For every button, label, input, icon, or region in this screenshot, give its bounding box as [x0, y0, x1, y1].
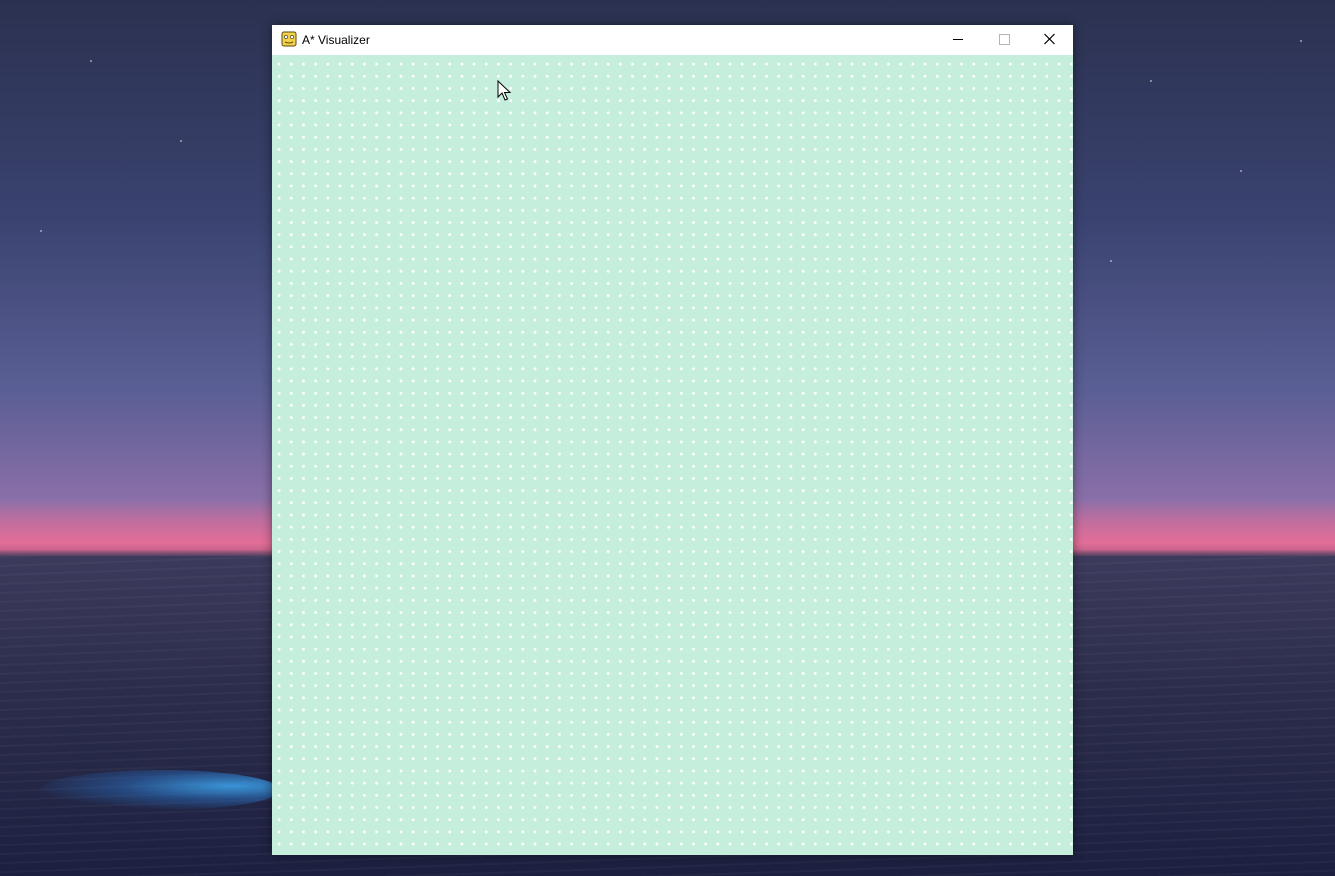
python-snake-icon [281, 31, 297, 47]
arrow-cursor-icon [497, 80, 511, 101]
star [1150, 80, 1152, 82]
star [40, 230, 42, 232]
minimize-icon [953, 39, 963, 40]
star [180, 140, 182, 142]
window-title: A* Visualizer [302, 33, 370, 47]
wave-highlight [40, 770, 280, 810]
close-button[interactable] [1027, 25, 1073, 55]
star [90, 60, 92, 62]
minimize-button[interactable] [935, 25, 981, 55]
star [1110, 260, 1112, 262]
star [1300, 40, 1302, 42]
window-titlebar[interactable]: A* Visualizer [272, 25, 1073, 55]
maximize-button[interactable] [981, 25, 1027, 55]
maximize-icon [999, 34, 1010, 45]
star [1240, 170, 1242, 172]
app-window: A* Visualizer [272, 25, 1073, 855]
grid-canvas[interactable] [272, 55, 1073, 855]
close-icon [1044, 33, 1055, 45]
